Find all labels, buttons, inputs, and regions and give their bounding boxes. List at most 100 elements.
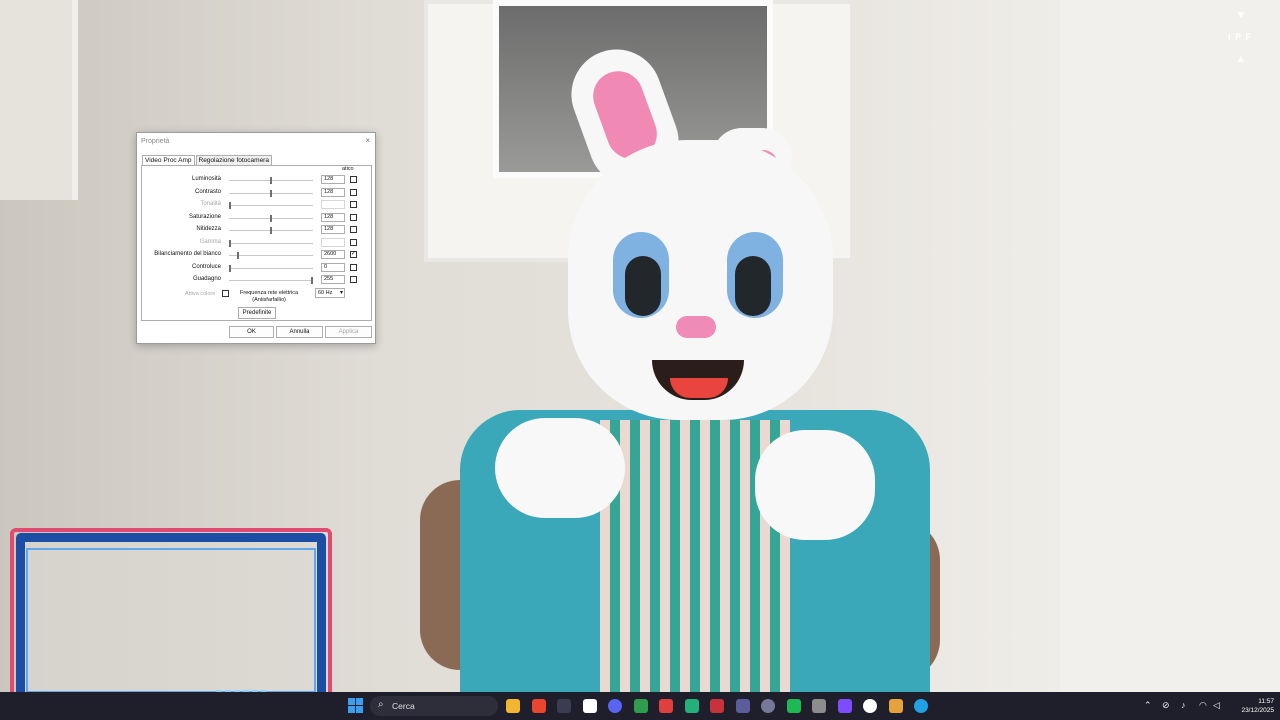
- setting-value-field: [321, 200, 345, 209]
- slider-thumb: [229, 202, 231, 209]
- app-icon[interactable]: [837, 699, 852, 713]
- auto-column-header: atico: [342, 166, 354, 172]
- overlay-status-icon: I P F: [1228, 32, 1252, 42]
- auto-checkbox[interactable]: [350, 176, 357, 183]
- power-frequency-select[interactable]: 60 Hz: [315, 288, 345, 298]
- setting-slider[interactable]: [229, 252, 313, 259]
- auto-checkbox[interactable]: ✓: [350, 251, 357, 258]
- auto-checkbox[interactable]: [350, 201, 357, 208]
- setting-slider[interactable]: [229, 189, 313, 197]
- slider-thumb[interactable]: [270, 189, 272, 197]
- network-off-icon[interactable]: ⊘: [1162, 700, 1170, 711]
- search-icon: ⌕: [378, 699, 384, 710]
- properties-dialog: Proprietà × Video Proc Amp Regolazione f…: [136, 132, 376, 344]
- bunny-nose: [676, 316, 716, 338]
- wall: [1060, 0, 1280, 692]
- setting-slider[interactable]: [229, 227, 313, 234]
- browser-icon[interactable]: [531, 699, 546, 713]
- pupil-left: [625, 256, 661, 316]
- power-frequency-label-line1: Frequenza rete elettrica: [240, 290, 299, 296]
- slider-thumb[interactable]: [270, 177, 272, 184]
- clock[interactable]: 11:57 23/12/2025: [1228, 697, 1274, 715]
- app-icon[interactable]: [684, 699, 699, 713]
- slider-thumb[interactable]: [270, 214, 272, 222]
- volume-icon[interactable]: ◁: [1213, 700, 1220, 711]
- door-frame: [0, 0, 78, 200]
- setting-row: Bilanciamento del bianco 2600 ✓: [143, 250, 368, 261]
- setting-value-field[interactable]: 128: [321, 225, 345, 234]
- glove-left: [495, 418, 625, 518]
- slider-thumb: [229, 239, 231, 247]
- app-icon[interactable]: [735, 699, 750, 713]
- clock-time: 11:57: [1258, 698, 1274, 705]
- setting-value-field[interactable]: 128: [321, 175, 345, 184]
- setting-value-field[interactable]: 2600: [321, 250, 345, 259]
- setting-label: Contrasto: [194, 188, 221, 195]
- apply-button[interactable]: Applica: [325, 326, 372, 338]
- setting-slider[interactable]: [229, 214, 313, 222]
- auto-checkbox[interactable]: [350, 276, 357, 283]
- setting-value-field[interactable]: 128: [321, 187, 345, 197]
- setting-label: Guadagno: [192, 276, 221, 282]
- setting-row: Controluce 0: [143, 262, 368, 274]
- setting-slider[interactable]: [229, 177, 313, 184]
- chevron-up-icon[interactable]: ⌃: [1144, 700, 1152, 711]
- close-icon[interactable]: ×: [365, 136, 370, 145]
- auto-checkbox[interactable]: [350, 238, 357, 246]
- auto-checkbox[interactable]: [350, 226, 357, 233]
- discord-icon[interactable]: [608, 699, 622, 713]
- defaults-button[interactable]: Predefinite: [238, 307, 276, 319]
- app-icon[interactable]: [888, 699, 903, 713]
- setting-row: Gamma: [143, 237, 368, 249]
- app-icon[interactable]: [582, 699, 597, 713]
- search-placeholder: Cerca: [392, 701, 415, 711]
- setting-label: Luminosità: [191, 176, 221, 182]
- windows-start-icon[interactable]: [348, 698, 363, 713]
- color-enable-checkbox[interactable]: [222, 290, 229, 297]
- clock-date: 23/12/2025: [1241, 707, 1274, 714]
- spotify-icon[interactable]: [761, 699, 775, 713]
- app-icon[interactable]: [557, 699, 571, 713]
- microphone-icon[interactable]: ♪: [1181, 700, 1186, 710]
- setting-label: Bilanciamento del bianco: [154, 251, 221, 257]
- dialog-title: Proprietà: [141, 138, 170, 145]
- setting-value-field[interactable]: 255: [321, 275, 345, 284]
- setting-value-field: [321, 237, 345, 247]
- chrome-icon[interactable]: [863, 699, 877, 713]
- setting-slider[interactable]: [229, 277, 313, 284]
- auto-checkbox[interactable]: [350, 213, 357, 221]
- search-box[interactable]: ⌕ Cerca: [370, 696, 498, 716]
- auto-checkbox[interactable]: [350, 188, 357, 196]
- glove-right: [755, 430, 875, 540]
- ok-button[interactable]: OK: [229, 326, 274, 338]
- setting-row: Guadagno 255: [143, 275, 368, 286]
- slider-thumb[interactable]: [270, 227, 272, 234]
- auto-checkbox[interactable]: [350, 263, 357, 271]
- edge-icon[interactable]: [914, 699, 928, 713]
- overlay-down-arrow-icon[interactable]: ▼: [1236, 10, 1246, 21]
- wifi-icon[interactable]: ◠: [1199, 700, 1207, 711]
- app-icon[interactable]: [812, 699, 826, 713]
- app-icon[interactable]: [633, 699, 648, 713]
- taskbar: ⌕ Cerca ⌃ ⊘ ♪ ◠ ◁ 11:57 23/12/2025: [0, 692, 1280, 720]
- slider-thumb[interactable]: [237, 252, 239, 259]
- slider-thumb[interactable]: [311, 277, 313, 284]
- file-explorer-icon[interactable]: [506, 699, 520, 713]
- app-icon[interactable]: [710, 699, 724, 713]
- setting-slider: [229, 202, 313, 209]
- cancel-button[interactable]: Annulla: [276, 326, 323, 338]
- setting-row: Tonalità: [143, 200, 368, 211]
- setting-slider[interactable]: [229, 264, 313, 272]
- setting-label: Nitidezza: [196, 226, 221, 232]
- setting-value-field[interactable]: 0: [321, 262, 345, 272]
- setting-row: Nitidezza 128: [143, 225, 368, 236]
- app-icon[interactable]: [786, 699, 801, 713]
- setting-row: Luminosità 128: [143, 175, 368, 186]
- app-icon[interactable]: [659, 699, 673, 713]
- setting-value-field[interactable]: 128: [321, 212, 345, 222]
- pupil-right: [735, 256, 771, 316]
- setting-label: Tonalità: [200, 201, 221, 207]
- setting-row: Saturazione 128: [143, 212, 368, 224]
- slider-thumb[interactable]: [229, 264, 231, 272]
- overlay-up-arrow-icon[interactable]: ▲: [1236, 54, 1246, 65]
